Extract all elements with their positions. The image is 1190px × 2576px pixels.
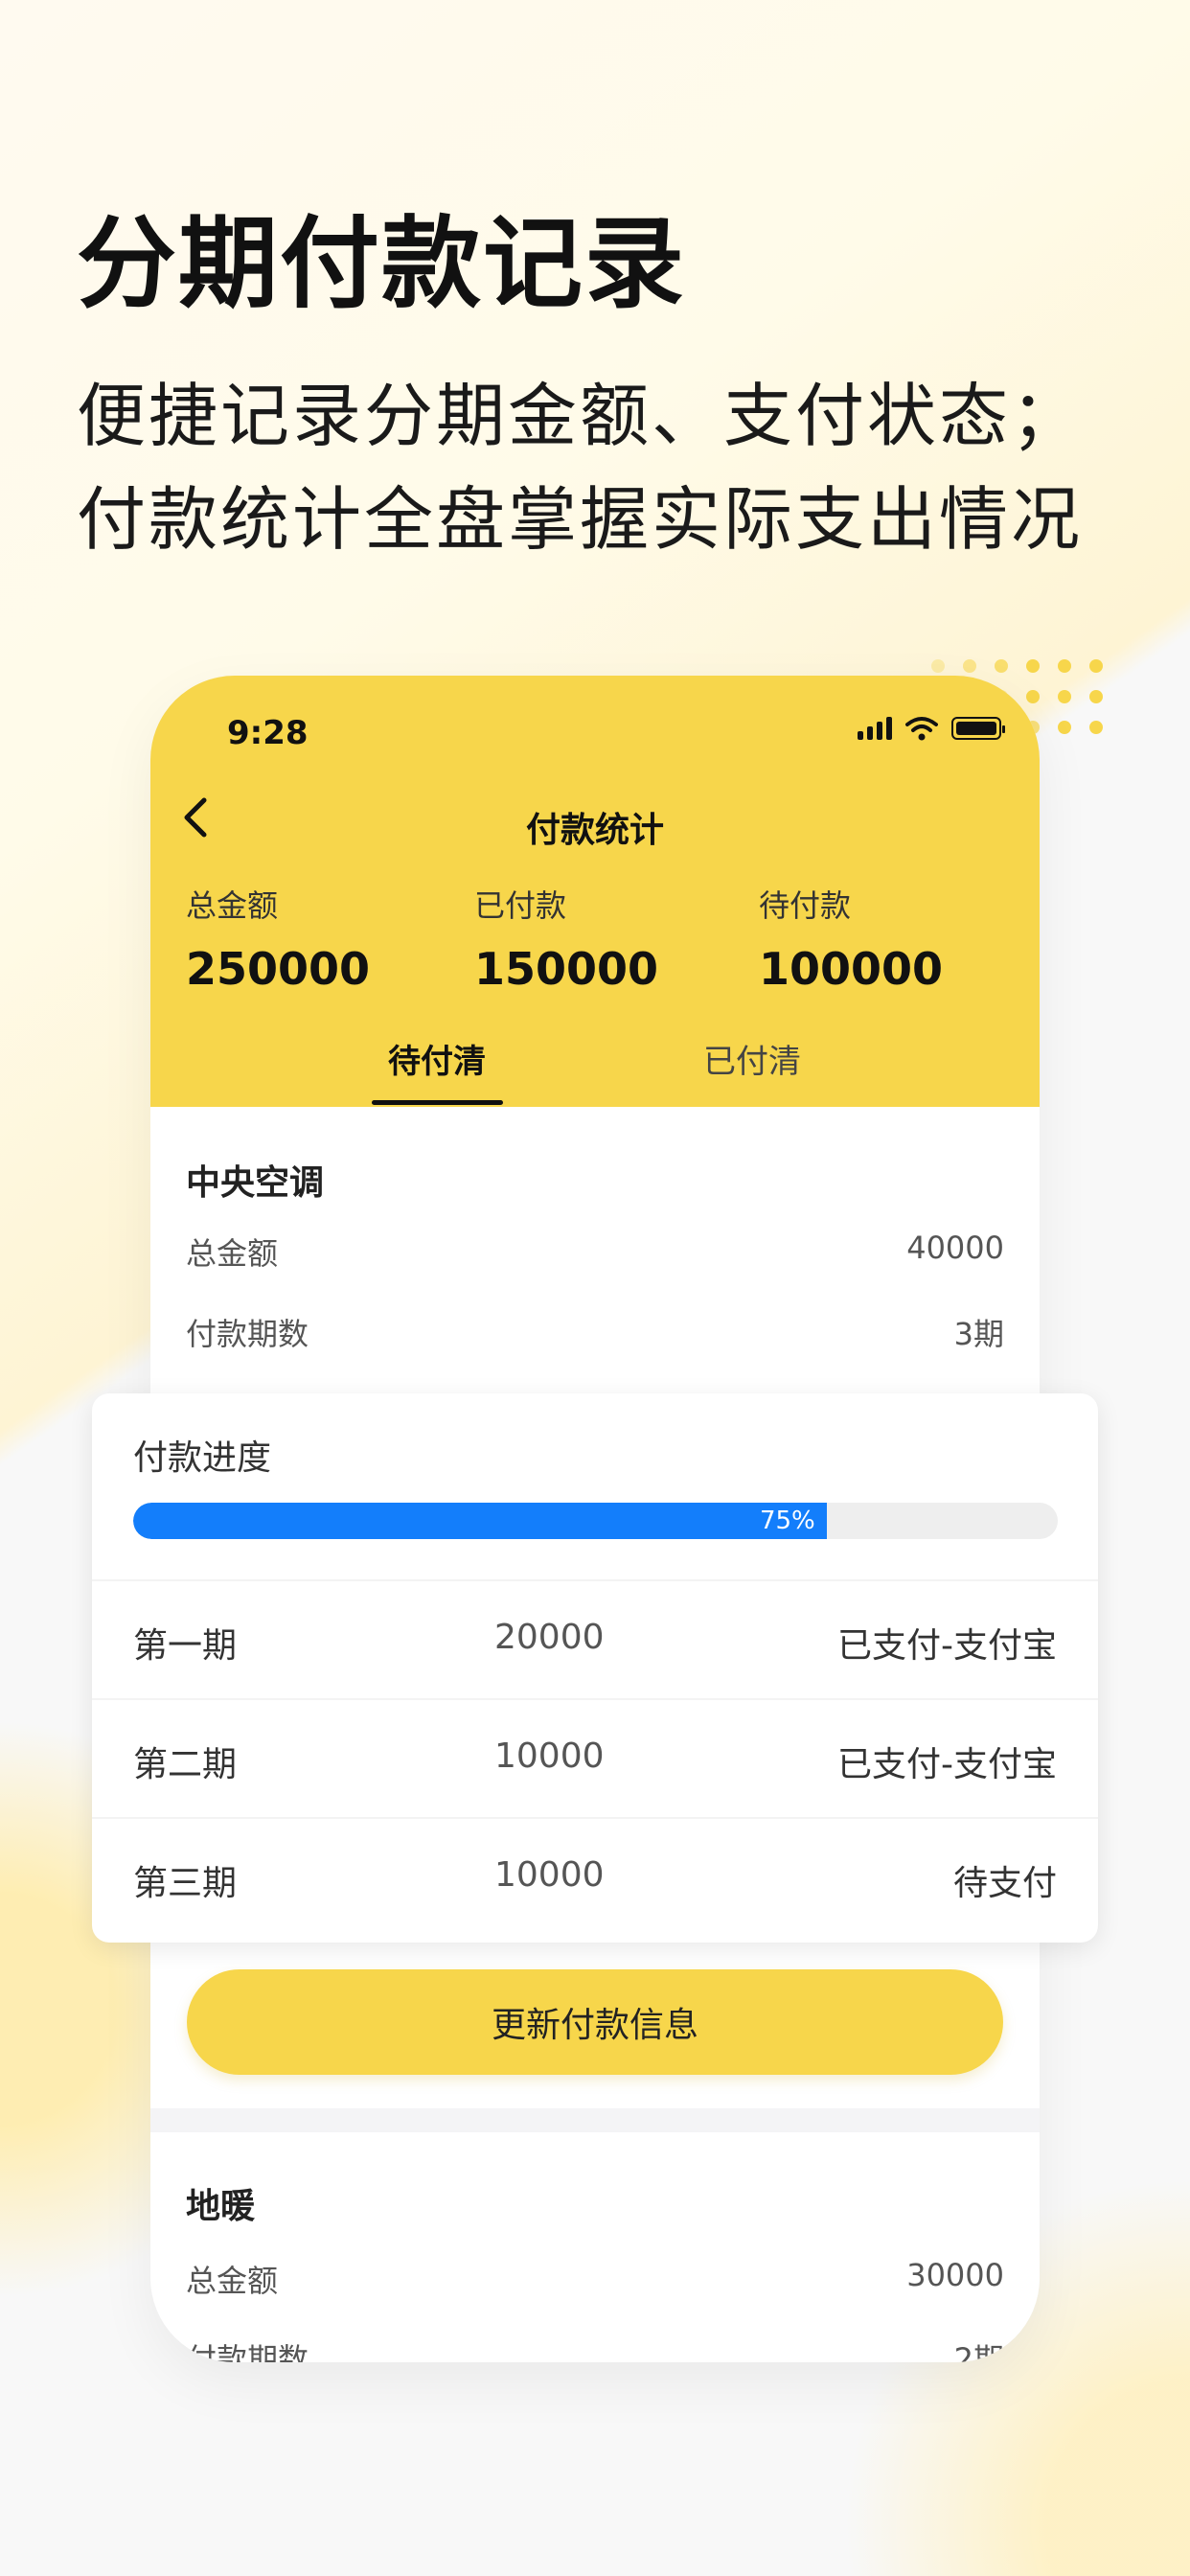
installment-period: 第三期: [133, 1864, 238, 1903]
item-periods-value: 3期: [953, 1316, 1004, 1352]
stat-paid-value: 150000: [474, 943, 659, 995]
stat-paid-label: 已付款: [474, 887, 567, 924]
tab-unpaid[interactable]: 待付清: [388, 1035, 486, 1082]
hero-subtitle-line2: 付款统计全盘掌握实际支出情况: [77, 479, 1084, 560]
battery-icon: [951, 717, 1005, 740]
item-periods-value: 2期: [953, 2341, 1004, 2362]
progress-fill: 75%: [133, 1503, 827, 1539]
wifi-icon: [905, 717, 938, 741]
stat-total-label: 总金额: [186, 887, 279, 924]
update-payment-button[interactable]: 更新付款信息: [187, 1969, 1003, 2075]
progress-title: 付款进度: [133, 1438, 272, 1478]
signal-icon: [858, 717, 892, 740]
installment-period: 第一期: [133, 1626, 238, 1666]
stat-paid: 已付款 150000: [474, 882, 658, 995]
tab-active-indicator: [372, 1100, 503, 1105]
item-total-value: 40000: [906, 1230, 1004, 1266]
item-title: 地暖: [186, 2187, 256, 2226]
item-card-floor-heating[interactable]: 地暖 总金额 30000 付款期数 2期: [150, 2132, 1040, 2362]
progress-bar: 75%: [133, 1503, 1058, 1539]
status-icons: [858, 716, 1005, 741]
installment-row[interactable]: 第三期 10000 待支付: [92, 1817, 1098, 1938]
item-periods-label: 付款期数: [186, 2341, 309, 2362]
item-total-label: 总金额: [186, 2263, 279, 2299]
tab-paid-off[interactable]: 已付清: [703, 1035, 801, 1082]
hero-subtitle-line1: 便捷记录分期金额、支付状态；: [77, 376, 1084, 456]
hero-title: 分期付款记录: [77, 205, 687, 322]
installment-status: 已支付-支付宝: [837, 1626, 1057, 1666]
item-periods-label: 付款期数: [186, 1316, 309, 1352]
installment-status: 待支付: [952, 1864, 1057, 1903]
payment-progress-card: 付款进度 75% 第一期 20000 已支付-支付宝 第二期 10000 已支付…: [92, 1393, 1098, 1943]
progress-percent: 75%: [759, 1506, 815, 1535]
item-title: 中央空调: [186, 1163, 325, 1203]
stat-pending-label: 待付款: [759, 887, 852, 924]
installment-row[interactable]: 第一期 20000 已支付-支付宝: [92, 1579, 1098, 1700]
installment-status: 已支付-支付宝: [837, 1745, 1057, 1784]
stat-total: 总金额 250000: [186, 882, 370, 995]
installment-amount: 10000: [494, 1736, 605, 1776]
stat-total-value: 250000: [186, 943, 371, 995]
item-total-label: 总金额: [186, 1235, 279, 1272]
installment-amount: 20000: [494, 1618, 605, 1657]
installment-row[interactable]: 第二期 10000 已支付-支付宝: [92, 1698, 1098, 1819]
stat-pending: 待付款 100000: [759, 882, 943, 995]
item-total-value: 30000: [906, 2257, 1004, 2293]
stats-header: 9:28 付款统计 总金额 250000 已付款 150000 待付款 1000…: [150, 676, 1040, 1107]
stat-pending-value: 100000: [759, 943, 944, 995]
page-title: 付款统计: [525, 811, 664, 850]
installment-period: 第二期: [133, 1745, 238, 1784]
installment-amount: 10000: [494, 1855, 605, 1895]
status-time: 9:28: [227, 714, 309, 752]
